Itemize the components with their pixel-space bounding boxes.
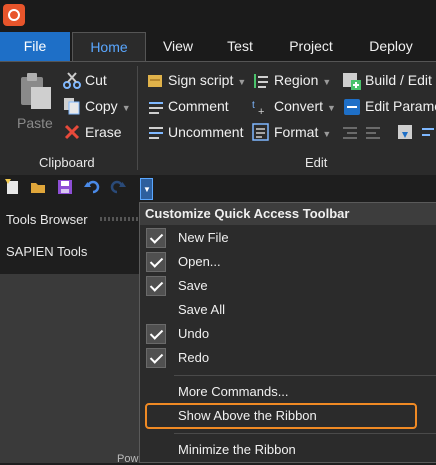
erase-button[interactable]: Erase	[85, 124, 122, 140]
chevron-down-icon: ▼	[322, 129, 332, 139]
menu-item-undo[interactable]: Undo	[140, 322, 436, 346]
cut-button[interactable]: Cut	[85, 72, 107, 88]
menu-item-label: More Commands...	[178, 384, 289, 399]
convert-label: Convert	[274, 98, 324, 114]
sign-script-button[interactable]: Sign script ▼	[168, 72, 246, 88]
comment-icon	[149, 102, 163, 114]
sign-script-icon	[148, 75, 162, 87]
chevron-down-icon: ▼	[322, 77, 332, 87]
chevron-down-icon: ▼	[327, 103, 336, 113]
menu-item-label: Redo	[178, 350, 210, 365]
tab-view[interactable]: View	[150, 32, 206, 61]
tools-browser-panel: Tools Browser SAPIEN Tools Pow	[0, 203, 140, 465]
tab-home[interactable]: Home	[72, 32, 146, 61]
region-button[interactable]: Region ▼	[274, 72, 331, 88]
menu-item-label: Undo	[178, 326, 210, 341]
menu-item-label: Save All	[178, 302, 225, 317]
chevron-down-icon: ▼	[143, 185, 151, 194]
panel-grip-handle[interactable]	[100, 217, 138, 221]
paste-icon	[21, 73, 51, 109]
clipboard-group-label: Clipboard	[39, 155, 95, 170]
uncomment-icon	[149, 127, 163, 139]
ribbon-home: Paste Cut Copy ▼ Erase Clipboard Sign scr…	[0, 61, 436, 176]
format-icon	[252, 123, 269, 141]
menu-item-label: Open...	[178, 254, 221, 269]
uncomment-button[interactable]: Uncomment	[168, 124, 243, 140]
menu-item-label: Minimize the Ribbon	[178, 442, 296, 457]
svg-text:+: +	[258, 106, 264, 116]
edit-parameters-icon	[344, 99, 360, 115]
new-file-icon[interactable]	[5, 179, 21, 195]
menu-item-label: New File	[178, 230, 229, 245]
quick-access-toolbar: ▼	[0, 175, 436, 203]
build-edit-button[interactable]: Build / Edit	[365, 72, 432, 88]
tab-deploy[interactable]: Deploy	[356, 32, 426, 61]
tools-list-pane	[0, 274, 140, 463]
edit-group-label: Edit	[305, 155, 328, 170]
tools-browser-title: Tools Browser	[6, 212, 88, 227]
undo-icon[interactable]	[84, 179, 100, 195]
edit-parameters-button[interactable]: Edit Parame	[365, 98, 436, 114]
menu-item-save[interactable]: Save	[140, 274, 436, 298]
paste-button[interactable]: Paste	[17, 115, 53, 131]
ribbon-tab-bar: File Home View Test Project Deploy	[0, 32, 436, 61]
comment-button[interactable]: Comment	[168, 98, 229, 114]
menu-separator	[174, 433, 436, 434]
highlight-annotation	[145, 403, 417, 429]
checkmark-icon	[146, 276, 166, 296]
customize-qat-menu: Customize Quick Access Toolbar New File …	[139, 202, 436, 463]
save-icon[interactable]	[57, 179, 73, 195]
tab-project[interactable]: Project	[276, 32, 346, 61]
app-logo-icon[interactable]	[3, 4, 25, 26]
scissors-icon	[63, 72, 81, 89]
menu-item-save-all[interactable]: Save All	[140, 298, 436, 322]
region-label: Region	[274, 72, 319, 88]
indent-tools-icons	[343, 125, 434, 139]
menu-title: Customize Quick Access Toolbar	[140, 203, 436, 225]
sapien-tools-section[interactable]: SAPIEN Tools	[6, 244, 87, 259]
checkmark-icon	[146, 228, 166, 248]
convert-icon: t +	[252, 100, 264, 116]
group-divider	[137, 66, 138, 170]
copy-icon	[64, 98, 80, 115]
menu-separator	[174, 375, 436, 376]
menu-item-redo[interactable]: Redo	[140, 346, 436, 370]
redo-icon[interactable]	[110, 179, 126, 195]
customize-qat-button[interactable]: ▼	[140, 178, 153, 200]
chevron-down-icon: ▼	[237, 77, 247, 87]
region-icon	[254, 74, 268, 88]
menu-item-label: Save	[178, 278, 208, 293]
menu-item-more-commands[interactable]: More Commands...	[140, 380, 436, 404]
convert-button[interactable]: Convert ▼	[274, 98, 336, 114]
menu-item-new-file[interactable]: New File	[140, 226, 436, 250]
copy-label: Copy	[85, 98, 118, 114]
tab-file[interactable]: File	[0, 32, 70, 61]
build-edit-icon	[343, 73, 361, 90]
panel-footer-text: Pow	[117, 453, 139, 465]
menu-item-open[interactable]: Open...	[140, 250, 436, 274]
menu-item-minimize-ribbon[interactable]: Minimize the Ribbon	[140, 438, 436, 462]
checkmark-icon	[146, 252, 166, 272]
tab-test[interactable]: Test	[212, 32, 268, 61]
open-folder-icon[interactable]	[30, 179, 46, 195]
format-button[interactable]: Format ▼	[274, 124, 331, 140]
checkmark-icon	[146, 324, 166, 344]
erase-icon	[64, 124, 80, 140]
chevron-down-icon: ▼	[121, 103, 131, 113]
sign-script-label: Sign script	[168, 72, 234, 88]
copy-button[interactable]: Copy ▼	[85, 98, 131, 114]
checkmark-icon	[146, 348, 166, 368]
format-label: Format	[274, 124, 319, 140]
svg-text:t: t	[252, 100, 255, 111]
title-bar	[0, 0, 436, 32]
